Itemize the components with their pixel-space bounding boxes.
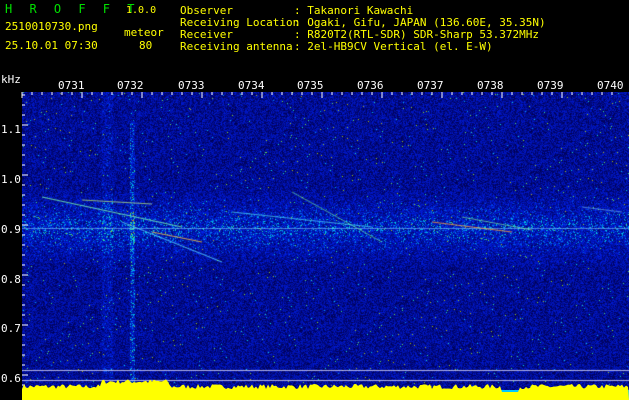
y-axis-unit: kHz [1,73,21,86]
time-tick-0733: 0733 [178,79,205,92]
time-tick-0738: 0738 [477,79,504,92]
meteor-count: 80 [139,39,153,52]
y-tick-1.0: 1.0 [1,173,21,186]
info-label-antenna: Receiving antenna [180,40,293,53]
time-tick-0734: 0734 [238,79,265,92]
app-title: H R O F F T [5,2,140,16]
time-tick-0735: 0735 [297,79,324,92]
meteor-label: meteor [124,26,164,39]
time-tick-0739: 0739 [537,79,564,92]
time-tick-0736: 0736 [357,79,384,92]
spectrogram [22,92,629,400]
time-tick-0737: 0737 [417,79,444,92]
y-tick-0.7: 0.7 [1,322,21,335]
time-tick-0740: 0740 [597,79,624,92]
y-tick-0.8: 0.8 [1,273,21,286]
time-tick-0731: 0731 [58,79,85,92]
info-value-antenna: : 2el-HB9CV Vertical (el. E-W) [294,40,493,53]
y-tick-0.9: 0.9 [1,223,21,236]
file-name: 2510010730.png [5,20,98,33]
record-datetime: 25.10.01 07:30 [5,39,98,52]
hrofft-window: H R O F F T 1.0.0 2510010730.png meteor … [0,0,629,400]
app-version: 1.0.0 [126,5,157,16]
y-tick-0.6: 0.6 [1,372,21,385]
y-tick-1.1: 1.1 [1,123,21,136]
time-tick-0732: 0732 [117,79,144,92]
